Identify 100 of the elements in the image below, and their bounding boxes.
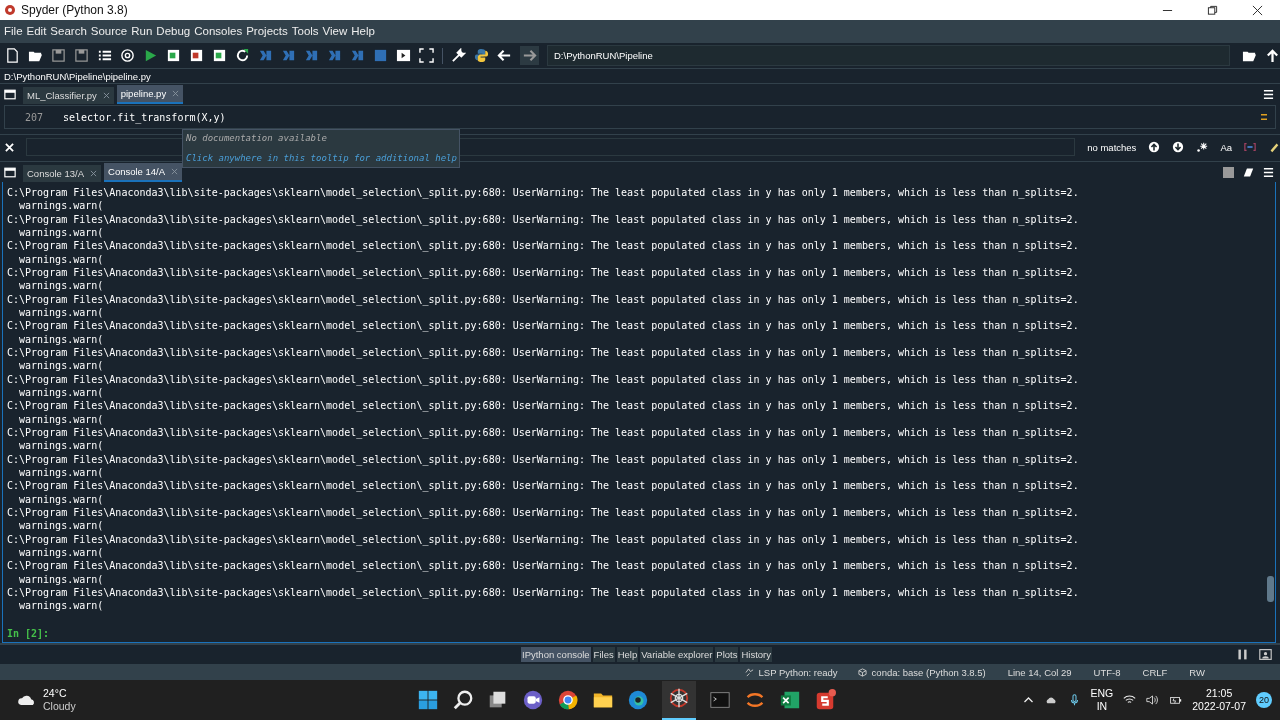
forward-arrow-icon[interactable]	[520, 46, 539, 65]
console-warning-line: C:\Program Files\Anaconda3\lib\site-packages\sklearn\model_selection\_split.py:680: UserWarning: The least populated class in y has only 1 members, which is less than n_splits=2.	[7, 479, 1080, 493]
down-arrow-icon[interactable]	[1172, 141, 1185, 153]
pause-icon[interactable]	[1236, 648, 1249, 661]
console-output-line: warnings.warn(	[18, 306, 105, 320]
console-warning-line: C:\Program Files\Anaconda3\lib\site-packages\sklearn\model_selection\_split.py:680: UserWarning: The least populated class in y has only 1 members, which is less than n_splits=2.	[7, 239, 1080, 253]
console-output-line: warnings.warn(	[18, 359, 105, 373]
console-warning-line: C:\Program Files\Anaconda3\lib\site-packages\sklearn\model_selection\_split.py:680: UserWarning: The least populated class in y has only 1 members, which is less than n_splits=2.	[7, 186, 1080, 200]
console-warning-line: C:\Program Files\Anaconda3\lib\site-packages\sklearn\model_selection\_split.py:680: UserWarning: The least populated class in y has only 1 members, which is less than n_splits=2.	[7, 265, 1080, 280]
pane-tab[interactable]: Help	[616, 647, 639, 662]
menu-item[interactable]: Consoles	[194, 25, 243, 37]
spider-web-icon[interactable]	[668, 686, 690, 709]
browse-tabs-icon[interactable]	[4, 166, 16, 178]
spreadsheet-icon[interactable]	[779, 689, 801, 711]
run-selection-icon[interactable]	[212, 48, 227, 63]
editor-tab[interactable]: pipeline.py	[116, 85, 184, 104]
console-tab[interactable]: Console 14/A	[104, 163, 183, 182]
pane-tab[interactable]: IPython console	[521, 647, 591, 662]
stop-icon[interactable]	[1223, 166, 1234, 178]
run-cell-icon[interactable]	[166, 48, 181, 63]
language[interactable]: ENG	[1090, 687, 1114, 700]
maximize-icon[interactable]	[396, 48, 411, 63]
menu-item[interactable]: Run	[131, 25, 153, 37]
screen-icon[interactable]	[1259, 648, 1272, 661]
console-warning-line: C:\Program Files\Anaconda3\lib\site-packages\sklearn\model_selection\_split.py:680: UserWarning: The least populated class in y has only 1 members, which is less than n_splits=2.	[7, 425, 1080, 440]
python-icon[interactable]	[474, 48, 489, 63]
run-cell-advance-icon[interactable]	[189, 48, 204, 63]
wrench-icon[interactable]	[451, 48, 466, 63]
menu-icon[interactable]	[1263, 88, 1274, 100]
weather-condition: Cloudy	[43, 700, 76, 713]
menu-item[interactable]: Projects	[246, 25, 288, 37]
wifi-icon[interactable]	[1123, 694, 1137, 706]
menu-icon[interactable]	[1263, 166, 1274, 178]
console-output-line: warnings.warn(	[18, 199, 105, 213]
region[interactable]: IN	[1096, 700, 1108, 713]
up-arrow-icon[interactable]	[1148, 141, 1161, 153]
save-icon[interactable]	[51, 48, 66, 63]
up-arrow-icon[interactable]	[1265, 48, 1280, 63]
status-text: LSP Python: ready	[758, 666, 838, 678]
video-chat-icon[interactable]	[522, 689, 544, 711]
pane-tab[interactable]: History	[740, 647, 773, 662]
battery-icon[interactable]	[1169, 694, 1183, 706]
menu-item[interactable]: Tools	[291, 25, 319, 37]
console-output-line: warnings.warn(	[18, 572, 105, 586]
console-prompt: In [2]:	[7, 626, 51, 640]
search-icon[interactable]	[452, 689, 474, 711]
console-output-line: warnings.warn(	[18, 439, 105, 453]
console-tab[interactable]: Console 13/A	[23, 165, 102, 182]
menu-item[interactable]: File	[4, 25, 23, 37]
speaker-icon[interactable]	[1146, 694, 1160, 706]
pane-tab[interactable]: Plots	[715, 647, 739, 662]
regex-icon[interactable]	[1196, 141, 1209, 153]
restore-icon[interactable]	[1207, 4, 1218, 16]
browser-icon[interactable]	[557, 689, 579, 711]
temperature: 24°C	[43, 687, 68, 700]
console-output-line: warnings.warn(	[18, 519, 105, 533]
console-output-line: warnings.warn(	[18, 412, 105, 426]
new-file-icon[interactable]	[5, 48, 20, 63]
menu-item[interactable]: Help	[351, 25, 375, 37]
terminal-icon[interactable]	[709, 689, 731, 711]
working-directory-field[interactable]: D:\PythonRUN\Pipeline	[547, 45, 1230, 66]
stop-icon[interactable]	[373, 48, 388, 63]
match-status: no matches	[1087, 141, 1137, 153]
menu-item[interactable]: Debug	[156, 25, 191, 37]
cube-icon	[857, 667, 867, 677]
browse-tabs-icon[interactable]	[4, 88, 16, 100]
menu-item[interactable]: View	[322, 25, 348, 37]
status-text: UTF-8	[1093, 666, 1121, 678]
back-arrow-icon[interactable]	[497, 48, 512, 63]
console-warning-line: C:\Program Files\Anaconda3\lib\site-packages\sklearn\model_selection\_split.py:680: UserWarning: The least populated class in y has only 1 members, which is less than n_splits=2.	[7, 372, 1080, 386]
console-warning-line: C:\Program Files\Anaconda3\lib\site-packages\sklearn\model_selection\_split.py:680: UserWarning: The least populated class in y has only 1 members, which is less than n_splits=2.	[7, 585, 1080, 600]
menu-item[interactable]: Search	[50, 25, 87, 37]
close-icon[interactable]	[1252, 4, 1263, 16]
case-sensitive-toggle[interactable]: Aa	[1220, 141, 1232, 153]
highlight-icon[interactable]	[1268, 141, 1280, 153]
whole-word-icon[interactable]	[1244, 141, 1256, 153]
list-icon[interactable]	[97, 48, 112, 63]
clock-time[interactable]: 21:05	[1206, 687, 1233, 700]
console-output-line: warnings.warn(	[18, 332, 105, 346]
browser-icon[interactable]	[627, 689, 649, 711]
run-icon[interactable]	[143, 48, 158, 63]
pane-tab[interactable]: Variable explorer	[640, 647, 714, 662]
eraser-icon[interactable]	[1243, 166, 1254, 178]
tooltip-help-link[interactable]: Click anywhere in this tooltip for additional help	[186, 153, 456, 163]
code-line: selector.fit_transform(X,y)	[63, 111, 226, 123]
menu-item[interactable]: Source	[90, 25, 128, 37]
fullscreen-icon[interactable]	[419, 48, 434, 63]
start-icon[interactable]	[417, 689, 439, 711]
status-text: CRLF	[1142, 666, 1168, 678]
clock-date[interactable]: 2022-07-07	[1192, 700, 1246, 713]
notification-badge[interactable]: 20	[1256, 692, 1272, 708]
rerun-icon[interactable]	[235, 48, 250, 63]
save-all-icon[interactable]	[74, 48, 89, 63]
console-output-line: warnings.warn(	[18, 466, 105, 480]
pane-tab[interactable]: Files	[592, 647, 615, 662]
console-warning-line: C:\Program Files\Anaconda3\lib\site-packages\sklearn\model_selection\_split.py:680: UserWarning: The least populated class in y has only 1 members, which is less than n_splits=2.	[7, 559, 1080, 573]
editor-tab[interactable]: ML_Classifier.py	[23, 87, 114, 104]
menu-item[interactable]: Edit	[26, 25, 47, 37]
app-icon[interactable]	[814, 689, 836, 711]
console-output-line: warnings.warn(	[18, 252, 105, 266]
